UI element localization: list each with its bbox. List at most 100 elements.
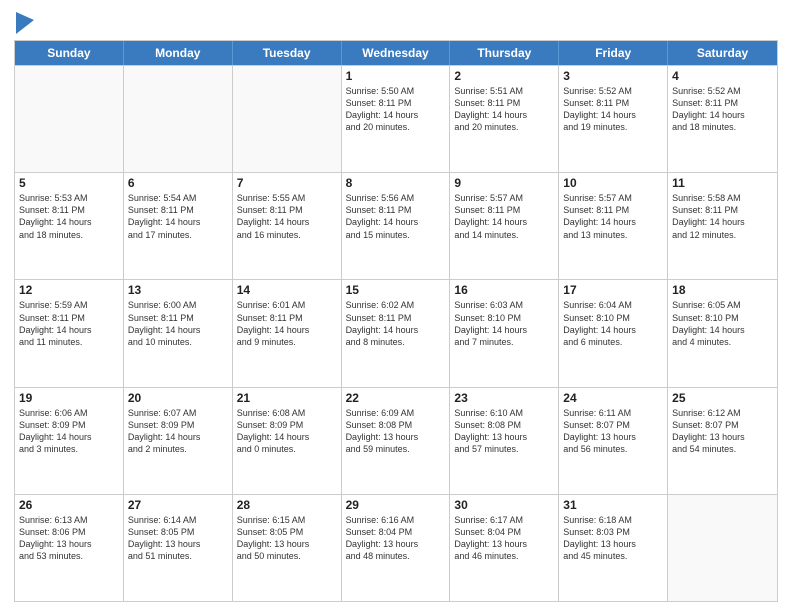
day-info: Sunrise: 6:10 AMSunset: 8:08 PMDaylight:… bbox=[454, 407, 554, 456]
day-info: Sunrise: 5:58 AMSunset: 8:11 PMDaylight:… bbox=[672, 192, 773, 241]
day-number: 18 bbox=[672, 283, 773, 297]
week-row-3: 12Sunrise: 5:59 AMSunset: 8:11 PMDayligh… bbox=[15, 279, 777, 386]
day-number: 24 bbox=[563, 391, 663, 405]
cal-cell: 30 Sunrise: 6:17 AMSunset: 8:04 PMDayligh… bbox=[450, 495, 559, 601]
day-number: 25 bbox=[672, 391, 773, 405]
day-info: Sunrise: 5:57 AMSunset: 8:11 PMDaylight:… bbox=[454, 192, 554, 241]
day-info: Sunrise: 6:18 AMSunset: 8:03 PMDaylight:… bbox=[563, 514, 663, 563]
header-cell-friday: Friday bbox=[559, 41, 668, 65]
day-number: 21 bbox=[237, 391, 337, 405]
cal-cell bbox=[668, 495, 777, 601]
cal-cell: 31 Sunrise: 6:18 AMSunset: 8:03 PMDayligh… bbox=[559, 495, 668, 601]
day-number: 3 bbox=[563, 69, 663, 83]
cal-cell: 25Sunrise: 6:12 AMSunset: 8:07 PMDayligh… bbox=[668, 388, 777, 494]
day-info: Sunrise: 6:13 AMSunset: 8:06 PMDaylight:… bbox=[19, 514, 119, 563]
day-info: Sunrise: 6:11 AMSunset: 8:07 PMDaylight:… bbox=[563, 407, 663, 456]
day-info: Sunrise: 5:50 AMSunset: 8:11 PMDaylight:… bbox=[346, 85, 446, 134]
cal-cell: 27Sunrise: 6:14 AMSunset: 8:05 PMDayligh… bbox=[124, 495, 233, 601]
week-row-1: 1 Sunrise: 5:50 AMSunset: 8:11 PMDaylight… bbox=[15, 65, 777, 172]
day-info: Sunrise: 6:07 AMSunset: 8:09 PMDaylight:… bbox=[128, 407, 228, 456]
day-number: 14 bbox=[237, 283, 337, 297]
day-info: Sunrise: 6:08 AMSunset: 8:09 PMDaylight:… bbox=[237, 407, 337, 456]
day-number: 10 bbox=[563, 176, 663, 190]
week-row-5: 26 Sunrise: 6:13 AMSunset: 8:06 PMDayligh… bbox=[15, 494, 777, 601]
logo bbox=[14, 14, 34, 34]
cal-cell: 11 Sunrise: 5:58 AMSunset: 8:11 PMDayligh… bbox=[668, 173, 777, 279]
day-number: 23 bbox=[454, 391, 554, 405]
cal-cell: 23 Sunrise: 6:10 AMSunset: 8:08 PMDayligh… bbox=[450, 388, 559, 494]
day-number: 26 bbox=[19, 498, 119, 512]
cal-cell: 3Sunrise: 5:52 AMSunset: 8:11 PMDaylight… bbox=[559, 66, 668, 172]
day-info: Sunrise: 6:03 AMSunset: 8:10 PMDaylight:… bbox=[454, 299, 554, 348]
day-info: Sunrise: 6:15 AMSunset: 8:05 PMDaylight:… bbox=[237, 514, 337, 563]
day-number: 6 bbox=[128, 176, 228, 190]
day-info: Sunrise: 5:52 AMSunset: 8:11 PMDaylight:… bbox=[672, 85, 773, 134]
day-number: 20 bbox=[128, 391, 228, 405]
cal-cell: 1 Sunrise: 5:50 AMSunset: 8:11 PMDaylight… bbox=[342, 66, 451, 172]
cal-cell bbox=[233, 66, 342, 172]
cal-cell: 19Sunrise: 6:06 AMSunset: 8:09 PMDayligh… bbox=[15, 388, 124, 494]
week-row-4: 19Sunrise: 6:06 AMSunset: 8:09 PMDayligh… bbox=[15, 387, 777, 494]
day-number: 27 bbox=[128, 498, 228, 512]
day-number: 28 bbox=[237, 498, 337, 512]
day-info: Sunrise: 6:16 AMSunset: 8:04 PMDaylight:… bbox=[346, 514, 446, 563]
cal-cell: 28 Sunrise: 6:15 AMSunset: 8:05 PMDayligh… bbox=[233, 495, 342, 601]
cal-cell: 26 Sunrise: 6:13 AMSunset: 8:06 PMDayligh… bbox=[15, 495, 124, 601]
cal-cell: 4 Sunrise: 5:52 AMSunset: 8:11 PMDaylight… bbox=[668, 66, 777, 172]
header-cell-thursday: Thursday bbox=[450, 41, 559, 65]
day-info: Sunrise: 5:59 AMSunset: 8:11 PMDaylight:… bbox=[19, 299, 119, 348]
cal-cell: 16 Sunrise: 6:03 AMSunset: 8:10 PMDayligh… bbox=[450, 280, 559, 386]
day-number: 9 bbox=[454, 176, 554, 190]
cal-cell: 6Sunrise: 5:54 AMSunset: 8:11 PMDaylight… bbox=[124, 173, 233, 279]
day-number: 31 bbox=[563, 498, 663, 512]
cal-cell: 17 Sunrise: 6:04 AMSunset: 8:10 PMDayligh… bbox=[559, 280, 668, 386]
cal-cell bbox=[15, 66, 124, 172]
day-number: 29 bbox=[346, 498, 446, 512]
cal-cell: 8 Sunrise: 5:56 AMSunset: 8:11 PMDaylight… bbox=[342, 173, 451, 279]
day-info: Sunrise: 6:01 AMSunset: 8:11 PMDaylight:… bbox=[237, 299, 337, 348]
day-number: 30 bbox=[454, 498, 554, 512]
cal-cell: 15 Sunrise: 6:02 AMSunset: 8:11 PMDayligh… bbox=[342, 280, 451, 386]
header bbox=[14, 10, 778, 34]
week-row-2: 5Sunrise: 5:53 AMSunset: 8:11 PMDaylight… bbox=[15, 172, 777, 279]
day-number: 11 bbox=[672, 176, 773, 190]
day-info: Sunrise: 5:56 AMSunset: 8:11 PMDaylight:… bbox=[346, 192, 446, 241]
calendar: SundayMondayTuesdayWednesdayThursdayFrid… bbox=[14, 40, 778, 602]
cal-cell: 18 Sunrise: 6:05 AMSunset: 8:10 PMDayligh… bbox=[668, 280, 777, 386]
day-number: 13 bbox=[128, 283, 228, 297]
page: SundayMondayTuesdayWednesdayThursdayFrid… bbox=[0, 0, 792, 612]
day-info: Sunrise: 6:05 AMSunset: 8:10 PMDaylight:… bbox=[672, 299, 773, 348]
cal-cell: 22Sunrise: 6:09 AMSunset: 8:08 PMDayligh… bbox=[342, 388, 451, 494]
day-info: Sunrise: 6:04 AMSunset: 8:10 PMDaylight:… bbox=[563, 299, 663, 348]
cal-cell: 12Sunrise: 5:59 AMSunset: 8:11 PMDayligh… bbox=[15, 280, 124, 386]
cal-cell bbox=[124, 66, 233, 172]
cal-cell: 10 Sunrise: 5:57 AMSunset: 8:11 PMDayligh… bbox=[559, 173, 668, 279]
cal-cell: 21 Sunrise: 6:08 AMSunset: 8:09 PMDayligh… bbox=[233, 388, 342, 494]
day-number: 16 bbox=[454, 283, 554, 297]
day-info: Sunrise: 5:57 AMSunset: 8:11 PMDaylight:… bbox=[563, 192, 663, 241]
cal-cell: 7Sunrise: 5:55 AMSunset: 8:11 PMDaylight… bbox=[233, 173, 342, 279]
day-info: Sunrise: 6:02 AMSunset: 8:11 PMDaylight:… bbox=[346, 299, 446, 348]
day-info: Sunrise: 5:53 AMSunset: 8:11 PMDaylight:… bbox=[19, 192, 119, 241]
header-cell-wednesday: Wednesday bbox=[342, 41, 451, 65]
header-cell-tuesday: Tuesday bbox=[233, 41, 342, 65]
cal-cell: 5Sunrise: 5:53 AMSunset: 8:11 PMDaylight… bbox=[15, 173, 124, 279]
day-number: 1 bbox=[346, 69, 446, 83]
header-cell-monday: Monday bbox=[124, 41, 233, 65]
cal-cell: 24 Sunrise: 6:11 AMSunset: 8:07 PMDayligh… bbox=[559, 388, 668, 494]
cal-cell: 13Sunrise: 6:00 AMSunset: 8:11 PMDayligh… bbox=[124, 280, 233, 386]
day-number: 17 bbox=[563, 283, 663, 297]
day-number: 2 bbox=[454, 69, 554, 83]
cal-cell: 9 Sunrise: 5:57 AMSunset: 8:11 PMDaylight… bbox=[450, 173, 559, 279]
day-number: 15 bbox=[346, 283, 446, 297]
day-info: Sunrise: 6:17 AMSunset: 8:04 PMDaylight:… bbox=[454, 514, 554, 563]
header-cell-saturday: Saturday bbox=[668, 41, 777, 65]
day-info: Sunrise: 5:55 AMSunset: 8:11 PMDaylight:… bbox=[237, 192, 337, 241]
cal-cell: 20 Sunrise: 6:07 AMSunset: 8:09 PMDayligh… bbox=[124, 388, 233, 494]
cal-cell: 14 Sunrise: 6:01 AMSunset: 8:11 PMDayligh… bbox=[233, 280, 342, 386]
logo-icon bbox=[16, 12, 34, 34]
day-number: 19 bbox=[19, 391, 119, 405]
header-cell-sunday: Sunday bbox=[15, 41, 124, 65]
day-number: 8 bbox=[346, 176, 446, 190]
day-number: 4 bbox=[672, 69, 773, 83]
